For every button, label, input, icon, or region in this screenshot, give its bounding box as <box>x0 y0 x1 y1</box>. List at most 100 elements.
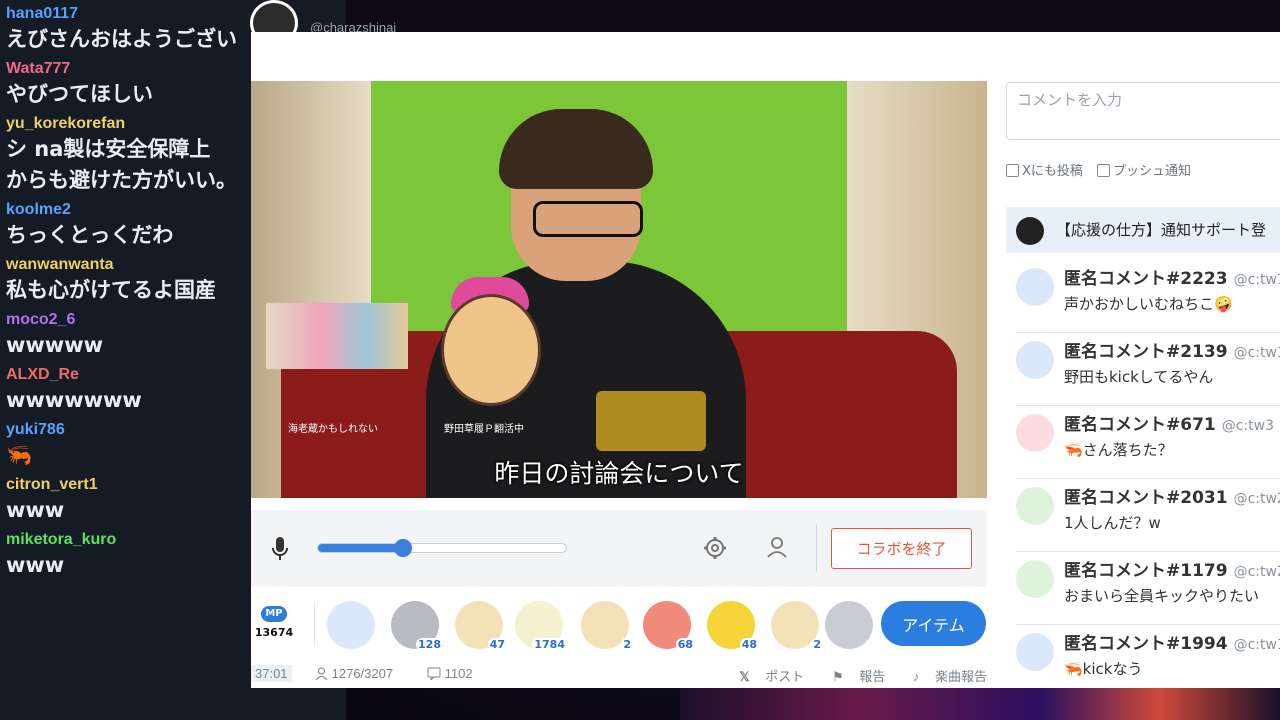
report-link[interactable]: ⚑ 報告 <box>820 669 885 684</box>
action-links: 𝕏 ポスト ⚑ 報告 ♪ 楽曲報告 <box>727 666 987 685</box>
pink-item[interactable]: 68 <box>643 601 695 651</box>
comment-handle: @c:tw1 <box>1233 637 1280 653</box>
music-icon: ♪ <box>912 669 920 684</box>
comment-handle: @c:tw3 <box>1221 418 1274 434</box>
collab-label-1: 海老蔵かもしれない <box>288 424 378 435</box>
comment-text: おまいら全員キックやりたい <box>1064 587 1260 605</box>
checkbox-icon <box>1006 164 1019 177</box>
mp-count: 13674 <box>254 626 294 639</box>
comment-handle: @c:tw2 <box>1233 491 1280 507</box>
post-options: Xにも投稿 プッシュ通知 <box>1006 160 1201 179</box>
background-art-strip <box>680 688 1280 720</box>
comment-text: 🦐さん落ちた？ <box>1064 441 1173 459</box>
post-label: ポスト <box>765 669 805 684</box>
item-count: 68 <box>675 638 695 651</box>
comment-author: 匿名コメント#1994 @c:tw1 <box>1064 629 1280 654</box>
video-shirt-print <box>596 391 706 451</box>
item-count: 47 <box>487 638 507 651</box>
comment-author-name: 匿名コメント#2139 <box>1064 342 1228 362</box>
flag-icon: ⚑ <box>831 669 844 684</box>
comment-avatar[interactable] <box>1016 487 1054 525</box>
yellow-item[interactable]: 48 <box>707 601 759 651</box>
viewer-count-value: 1276/3207 <box>331 666 394 681</box>
item-count: 2 <box>811 638 823 651</box>
items-row: MP 13674 アイテム 128 47 1784 2 68 48 2 <box>251 598 991 658</box>
push-checkbox[interactable]: プッシュ通知 <box>1097 164 1191 179</box>
item-count: 48 <box>739 638 759 651</box>
item-count: 128 <box>416 638 443 651</box>
comment-text: 野田もkickしてるやん <box>1064 368 1214 386</box>
item-count: 1784 <box>532 638 567 651</box>
mp-badge: MP <box>261 606 287 622</box>
controls-divider <box>816 524 817 572</box>
comment-input[interactable]: コメントを入力 <box>1006 82 1280 140</box>
mic-icon[interactable] <box>272 537 288 561</box>
comment-author: 匿名コメント#1179 @c:tw2 <box>1064 556 1280 581</box>
bun-item[interactable]: 1784 <box>515 601 567 651</box>
report-label: 報告 <box>859 669 886 684</box>
video-caption: 昨日の討論会について <box>494 459 744 488</box>
items-button[interactable]: アイテム <box>881 601 986 646</box>
volume-slider[interactable] <box>317 539 567 557</box>
comment-author: 匿名コメント#2223 @c:tw1 <box>1064 264 1280 289</box>
volume-fill <box>318 544 403 552</box>
video-person-glasses <box>533 201 643 237</box>
comment-item[interactable]: 匿名コメント#671 @c:tw3 🦐さん落ちた？ <box>1016 406 1280 479</box>
comment-author-name: 匿名コメント#1179 <box>1064 561 1228 581</box>
comment-item[interactable]: 匿名コメント#2031 @c:tw2 1人しんだ？w <box>1016 479 1280 552</box>
volume-knob[interactable] <box>394 539 412 557</box>
notice-text: 【応援の仕方】通知サポート登 <box>1056 221 1267 239</box>
comment-avatar[interactable] <box>1016 341 1054 379</box>
music-report-label: 楽曲報告 <box>934 669 987 684</box>
items-divider <box>314 604 315 644</box>
x-logo-icon: 𝕏 <box>739 669 750 684</box>
comment-avatar[interactable] <box>1016 633 1054 671</box>
comment-author: 匿名コメント#2031 @c:tw2 <box>1064 483 1280 508</box>
comment-avatar[interactable] <box>1016 560 1054 598</box>
collab-avatar-character <box>441 294 541 406</box>
cup-item[interactable]: 2 <box>771 601 823 651</box>
comment-text: 🦐kickなう <box>1064 660 1143 678</box>
tea100-item[interactable]: 2 <box>581 601 633 651</box>
comment-count-value: 1102 <box>444 666 473 681</box>
comment-avatar[interactable] <box>1016 268 1054 306</box>
comment-author-name: 匿名コメント#2223 <box>1064 269 1228 289</box>
collab-inset-camera <box>266 303 408 369</box>
person-icon[interactable] <box>766 536 788 558</box>
comment-count: 1102 <box>427 666 473 682</box>
comment-item[interactable]: 匿名コメント#2223 @c:tw1声かおかしいむねちこ🤪 <box>1016 260 1280 333</box>
comment-item[interactable]: 匿名コメント#1179 @c:tw2 おまいら全員キックやりたい <box>1016 552 1280 625</box>
comment-author-name: 匿名コメント#1994 <box>1064 634 1228 654</box>
push-label: プッシュ通知 <box>1113 164 1192 179</box>
comment-author-name: 匿名コメント#2031 <box>1064 488 1228 508</box>
tea-item[interactable]: 47 <box>455 601 507 651</box>
comment-author: 匿名コメント#671 @c:tw3 <box>1064 410 1274 435</box>
comment-author: 匿名コメント#2139 @c:tw1 <box>1064 337 1280 362</box>
comment-avatar[interactable] <box>1016 414 1054 452</box>
support-notice[interactable]: 【応援の仕方】通知サポート登 <box>1006 207 1280 253</box>
comment-author-name: 匿名コメント#671 <box>1064 415 1216 435</box>
post-link[interactable]: 𝕏 ポスト <box>739 669 804 684</box>
comment-icon <box>427 667 441 682</box>
x-post-checkbox[interactable]: Xにも投稿 <box>1006 164 1083 179</box>
comment-item[interactable]: 匿名コメント#1994 @c:tw1 🦐kickなう <box>1016 625 1280 688</box>
music-report-link[interactable]: ♪ 楽曲報告 <box>901 669 987 684</box>
comment-text: 声かおかしいむねちこ🤪 <box>1064 295 1233 313</box>
video-player[interactable]: 海老蔵かもしれない 野田草履Ｐ翻活中 昨日の討論会について <box>251 81 987 498</box>
viewer-icon <box>315 667 328 681</box>
comment-handle: @c:tw1 <box>1233 272 1280 288</box>
notice-icon <box>1016 217 1044 245</box>
smile-item[interactable] <box>327 601 375 649</box>
coin-item[interactable]: 128 <box>391 601 443 651</box>
comment-handle: @c:tw1 <box>1233 345 1280 361</box>
viewer-count: 1276/3207 <box>315 666 393 681</box>
end-collab-button[interactable]: コラボを終了 <box>831 528 972 569</box>
comment-handle: @c:tw2 <box>1233 564 1280 580</box>
gear-icon[interactable] <box>703 536 727 560</box>
elapsed-time: 37:01 <box>251 665 292 682</box>
broadcast-controls: コラボを終了 <box>251 510 987 587</box>
comment-item[interactable]: 匿名コメント#2139 @c:tw1 野田もkickしてるやん <box>1016 333 1280 406</box>
coin2-item[interactable] <box>825 601 873 649</box>
comment-text: 1人しんだ？w <box>1064 514 1161 532</box>
checkbox-icon <box>1097 164 1111 177</box>
